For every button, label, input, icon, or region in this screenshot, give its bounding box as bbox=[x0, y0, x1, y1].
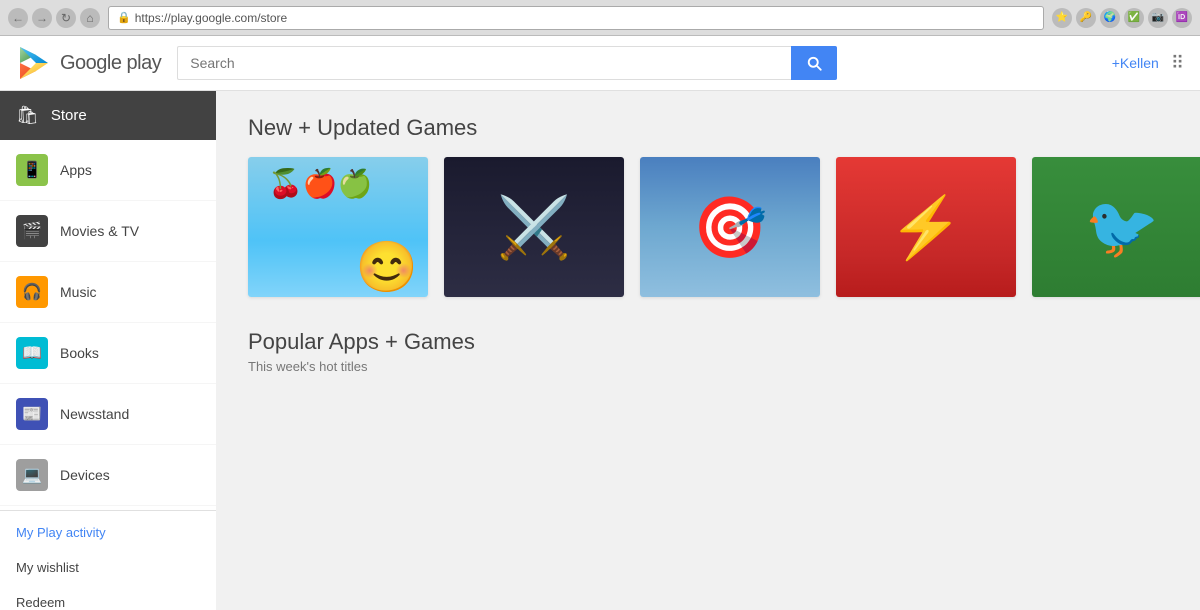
apps-grid-icon[interactable]: ⠿ bbox=[1171, 53, 1184, 74]
game-card-garou[interactable]: GAROU: MARK OF... SNK PLAYMORE ★ ★ ★ ★ ★… bbox=[836, 157, 1016, 297]
sidebar-item-books[interactable]: 📖 Books bbox=[0, 323, 216, 384]
sidebar-item-movies[interactable]: 🎬 Movies & TV bbox=[0, 201, 216, 262]
game-card-smoothie-swipe[interactable]: Smoothie Swipe SQUARE ENIX Ltd ★ ★ ★ ★ ★… bbox=[248, 157, 428, 297]
ext-icon-3[interactable]: ✅ bbox=[1124, 8, 1144, 28]
game-image-blood bbox=[444, 157, 624, 297]
back-button[interactable]: ← bbox=[8, 8, 28, 28]
content-area: New + Updated Games Smoothie Swipe SQUAR… bbox=[216, 91, 1200, 610]
new-games-title: New + Updated Games bbox=[248, 115, 1168, 141]
user-name[interactable]: +Kellen bbox=[1112, 55, 1159, 71]
sidebar-item-apps[interactable]: 📱 Apps bbox=[0, 140, 216, 201]
address-text: https://play.google.com/store bbox=[135, 11, 288, 25]
browser-chrome: ← → ↻ ⌂ 🔒 https://play.google.com/store … bbox=[0, 0, 1200, 36]
sidebar-newsstand-label: Newsstand bbox=[60, 406, 129, 422]
sidebar-link-wishlist[interactable]: My wishlist bbox=[0, 550, 216, 585]
sidebar-item-newsstand[interactable]: 📰 Newsstand bbox=[0, 384, 216, 445]
ext-icon-1[interactable]: 🔑 bbox=[1076, 8, 1096, 28]
newsstand-icon: 📰 bbox=[16, 398, 48, 430]
search-button[interactable] bbox=[791, 46, 837, 80]
sidebar-link-redeem[interactable]: Redeem bbox=[0, 585, 216, 610]
header-right: +Kellen ⠿ bbox=[1112, 53, 1184, 74]
store-icon: 🛍 bbox=[16, 105, 39, 126]
ext-icon-4[interactable]: 📷 bbox=[1148, 8, 1168, 28]
refresh-button[interactable]: ↻ bbox=[56, 8, 76, 28]
game-card-blood-glory[interactable]: BLOOD & GLORY: II... Glu ★ ★ ★ ★ ★ FREE bbox=[444, 157, 624, 297]
search-bar bbox=[177, 46, 837, 80]
game-image-birds bbox=[1032, 157, 1200, 297]
game-image-smoothie bbox=[248, 157, 428, 297]
game-image-sniper bbox=[640, 157, 820, 297]
movies-icon: 🎬 bbox=[16, 215, 48, 247]
music-icon: 🎧 bbox=[16, 276, 48, 308]
sidebar-store-label: Store bbox=[51, 107, 87, 124]
browser-extension-icons: ⭐ 🔑 🌍 ✅ 📷 🆔 bbox=[1052, 8, 1192, 28]
ext-icon-5[interactable]: 🆔 bbox=[1172, 8, 1192, 28]
gplay-brand-text: Google play bbox=[60, 52, 161, 75]
search-input[interactable] bbox=[177, 46, 791, 80]
games-grid: Smoothie Swipe SQUARE ENIX Ltd ★ ★ ★ ★ ★… bbox=[248, 157, 1168, 297]
play-logo-icon bbox=[16, 45, 52, 81]
gplay-header: Google play +Kellen ⠿ bbox=[0, 36, 1200, 91]
sidebar: 🛍 Store 📱 Apps 🎬 Movies & TV 🎧 Music 📖 B… bbox=[0, 91, 216, 610]
popular-subtitle: This week's hot titles bbox=[248, 359, 1168, 374]
sidebar-apps-label: Apps bbox=[60, 162, 92, 178]
devices-icon: 💻 bbox=[16, 459, 48, 491]
sidebar-divider bbox=[0, 510, 216, 511]
sidebar-item-devices[interactable]: 💻 Devices bbox=[0, 445, 216, 506]
sidebar-music-label: Music bbox=[60, 284, 97, 300]
address-bar[interactable]: 🔒 https://play.google.com/store bbox=[108, 6, 1044, 30]
sidebar-link-play-activity[interactable]: My Play activity bbox=[0, 515, 216, 550]
ext-icon-2[interactable]: 🌍 bbox=[1100, 8, 1120, 28]
popular-section: Popular Apps + Games This week's hot tit… bbox=[248, 329, 1168, 374]
main-layout: 🛍 Store 📱 Apps 🎬 Movies & TV 🎧 Music 📖 B… bbox=[0, 91, 1200, 610]
bookmark-icon[interactable]: ⭐ bbox=[1052, 8, 1072, 28]
popular-title: Popular Apps + Games bbox=[248, 329, 1168, 355]
sidebar-movies-label: Movies & TV bbox=[60, 223, 139, 239]
search-icon bbox=[805, 54, 823, 72]
forward-button[interactable]: → bbox=[32, 8, 52, 28]
sidebar-devices-label: Devices bbox=[60, 467, 110, 483]
game-card-two-birds[interactable]: Two Birds word ga... Raketspel ★ ★ ★ ★ ★… bbox=[1032, 157, 1200, 297]
game-image-garou bbox=[836, 157, 1016, 297]
sidebar-item-music[interactable]: 🎧 Music bbox=[0, 262, 216, 323]
ssl-lock-icon: 🔒 bbox=[117, 11, 131, 24]
apps-icon: 📱 bbox=[16, 154, 48, 186]
sidebar-store-item[interactable]: 🛍 Store bbox=[0, 91, 216, 140]
sidebar-books-label: Books bbox=[60, 345, 99, 361]
books-icon: 📖 bbox=[16, 337, 48, 369]
browser-nav-buttons: ← → ↻ ⌂ bbox=[8, 8, 100, 28]
game-card-sniper[interactable]: Sniper 3D Assassi... Fun Games For Free … bbox=[640, 157, 820, 297]
gplay-logo[interactable]: Google play bbox=[16, 45, 161, 81]
home-button[interactable]: ⌂ bbox=[80, 8, 100, 28]
